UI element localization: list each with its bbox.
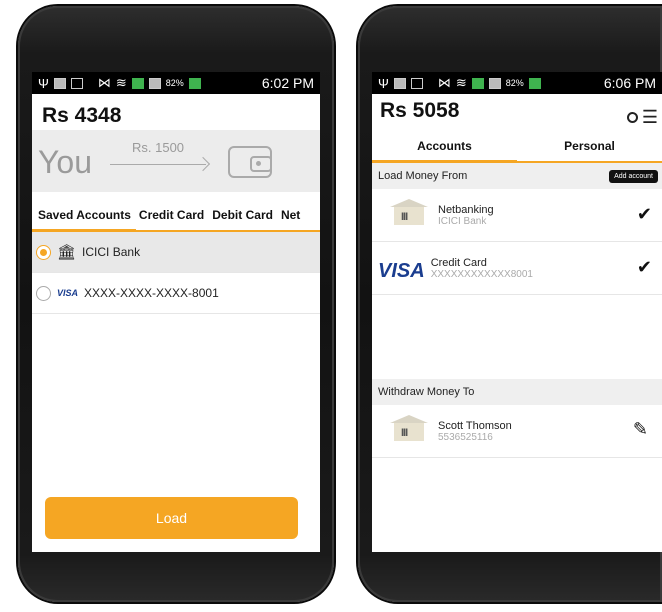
notification-icon [70,77,83,89]
radio-unselected[interactable] [36,285,51,301]
bank-icon: III [390,415,428,447]
transfer-amount: Rs. 1500 [132,140,185,155]
status-time: 6:02 PM [261,75,314,91]
wallet-icon [228,146,272,178]
image-icon [53,77,66,89]
wifi-icon: ≋ [115,75,127,90]
mute-icon: ⋈ [437,75,451,90]
tab-saved-accounts[interactable]: Saved Accounts [38,208,131,230]
signal-icon [488,77,501,89]
withdraw-section-header: Withdraw Money To [372,379,662,405]
data-icon [131,77,144,89]
status-bar: Ψ ⋈ ≋ 82% 6:06 PM [372,72,662,94]
data-icon [471,77,484,89]
tab-accounts[interactable]: Accounts [372,130,517,163]
left-screen: Ψ ⋈ ≋ 82% 6:02 PM Rs 4348 You Rs. 1500 S… [32,72,320,552]
status-bar: Ψ ⋈ ≋ 82% 6:02 PM [32,72,320,94]
payee-account: 5536525116 [438,431,493,443]
mute-icon: ⋈ [97,75,111,90]
right-phone: Ψ ⋈ ≋ 82% 6:06 PM Rs 5058 ☰ Accounts Per… [358,6,662,602]
signal-icon [148,77,161,89]
usb-icon: Ψ [378,75,389,91]
account-label: XXXX-XXXX-XXXX-8001 [84,286,219,300]
checkmark-icon: ✔ [636,257,652,277]
payee-name: Scott Thomson [438,419,512,432]
edit-icon[interactable]: ✎ [633,419,648,440]
notification-icon [410,77,423,89]
battery-percent: 82% [505,78,524,88]
load-source-row[interactable]: III Netbanking ICICI Bank ✔ [372,189,662,242]
menu-icon[interactable]: ☰ [642,107,658,128]
battery-percent: 82% [165,78,184,88]
wifi-icon: ≋ [455,75,467,90]
saved-account-row[interactable]: 🏛 ICICI Bank [32,232,320,273]
usb-icon: Ψ [38,75,49,91]
source-detail: ICICI Bank [438,215,487,227]
header-actions: ☰ [626,107,658,128]
withdraw-target-row[interactable]: III Scott Thomson 5536525116 ✎ [372,405,662,458]
radio-selected[interactable] [36,244,51,260]
left-phone: Ψ ⋈ ≋ 82% 6:02 PM Rs 4348 You Rs. 1500 S… [18,6,334,602]
tab-personal[interactable]: Personal [517,130,662,161]
bank-icon: 🏛 [57,244,77,261]
battery-icon [528,77,541,89]
load-source-row[interactable]: VISA Credit Card XXXXXXXXXXXX8001 ✔ [372,242,662,295]
load-button[interactable]: Load [45,497,298,539]
right-screen: Ψ ⋈ ≋ 82% 6:06 PM Rs 5058 ☰ Accounts Per… [372,72,662,552]
load-money-section-header: Load Money From Add account [372,163,662,189]
source-name: Credit Card [430,256,487,269]
tab-credit-card[interactable]: Credit Card [139,208,204,230]
tab-debit-card[interactable]: Debit Card [212,208,273,230]
section-title: Load Money From [378,170,468,182]
visa-logo: VISA [57,288,79,298]
account-tabs: Accounts Personal [372,130,662,163]
you-label: You [38,144,92,180]
bank-icon: III [390,199,428,231]
source-detail: XXXXXXXXXXXX8001 [430,268,533,280]
wallet-balance: Rs 4348 [42,104,122,127]
account-label: ICICI Bank [82,245,141,259]
payment-tabs: Saved Accounts Credit Card Debit Card Ne… [32,192,320,232]
transfer-flow: You Rs. 1500 [32,130,320,192]
section-title: Withdraw Money To [378,386,475,398]
header: Rs 5058 ☰ [372,94,662,130]
add-account-button[interactable]: Add account [609,169,658,183]
battery-icon [188,77,201,89]
arrow-right-icon [110,164,206,165]
source-name: Netbanking [438,203,494,216]
saved-account-row[interactable]: VISA XXXX-XXXX-XXXX-8001 [32,273,320,314]
checkmark-icon: ✔ [636,204,652,224]
visa-logo: VISA [378,259,425,282]
globe-icon[interactable] [626,111,638,123]
image-icon [393,77,406,89]
tab-net[interactable]: Net [281,208,300,230]
status-time: 6:06 PM [603,75,656,91]
